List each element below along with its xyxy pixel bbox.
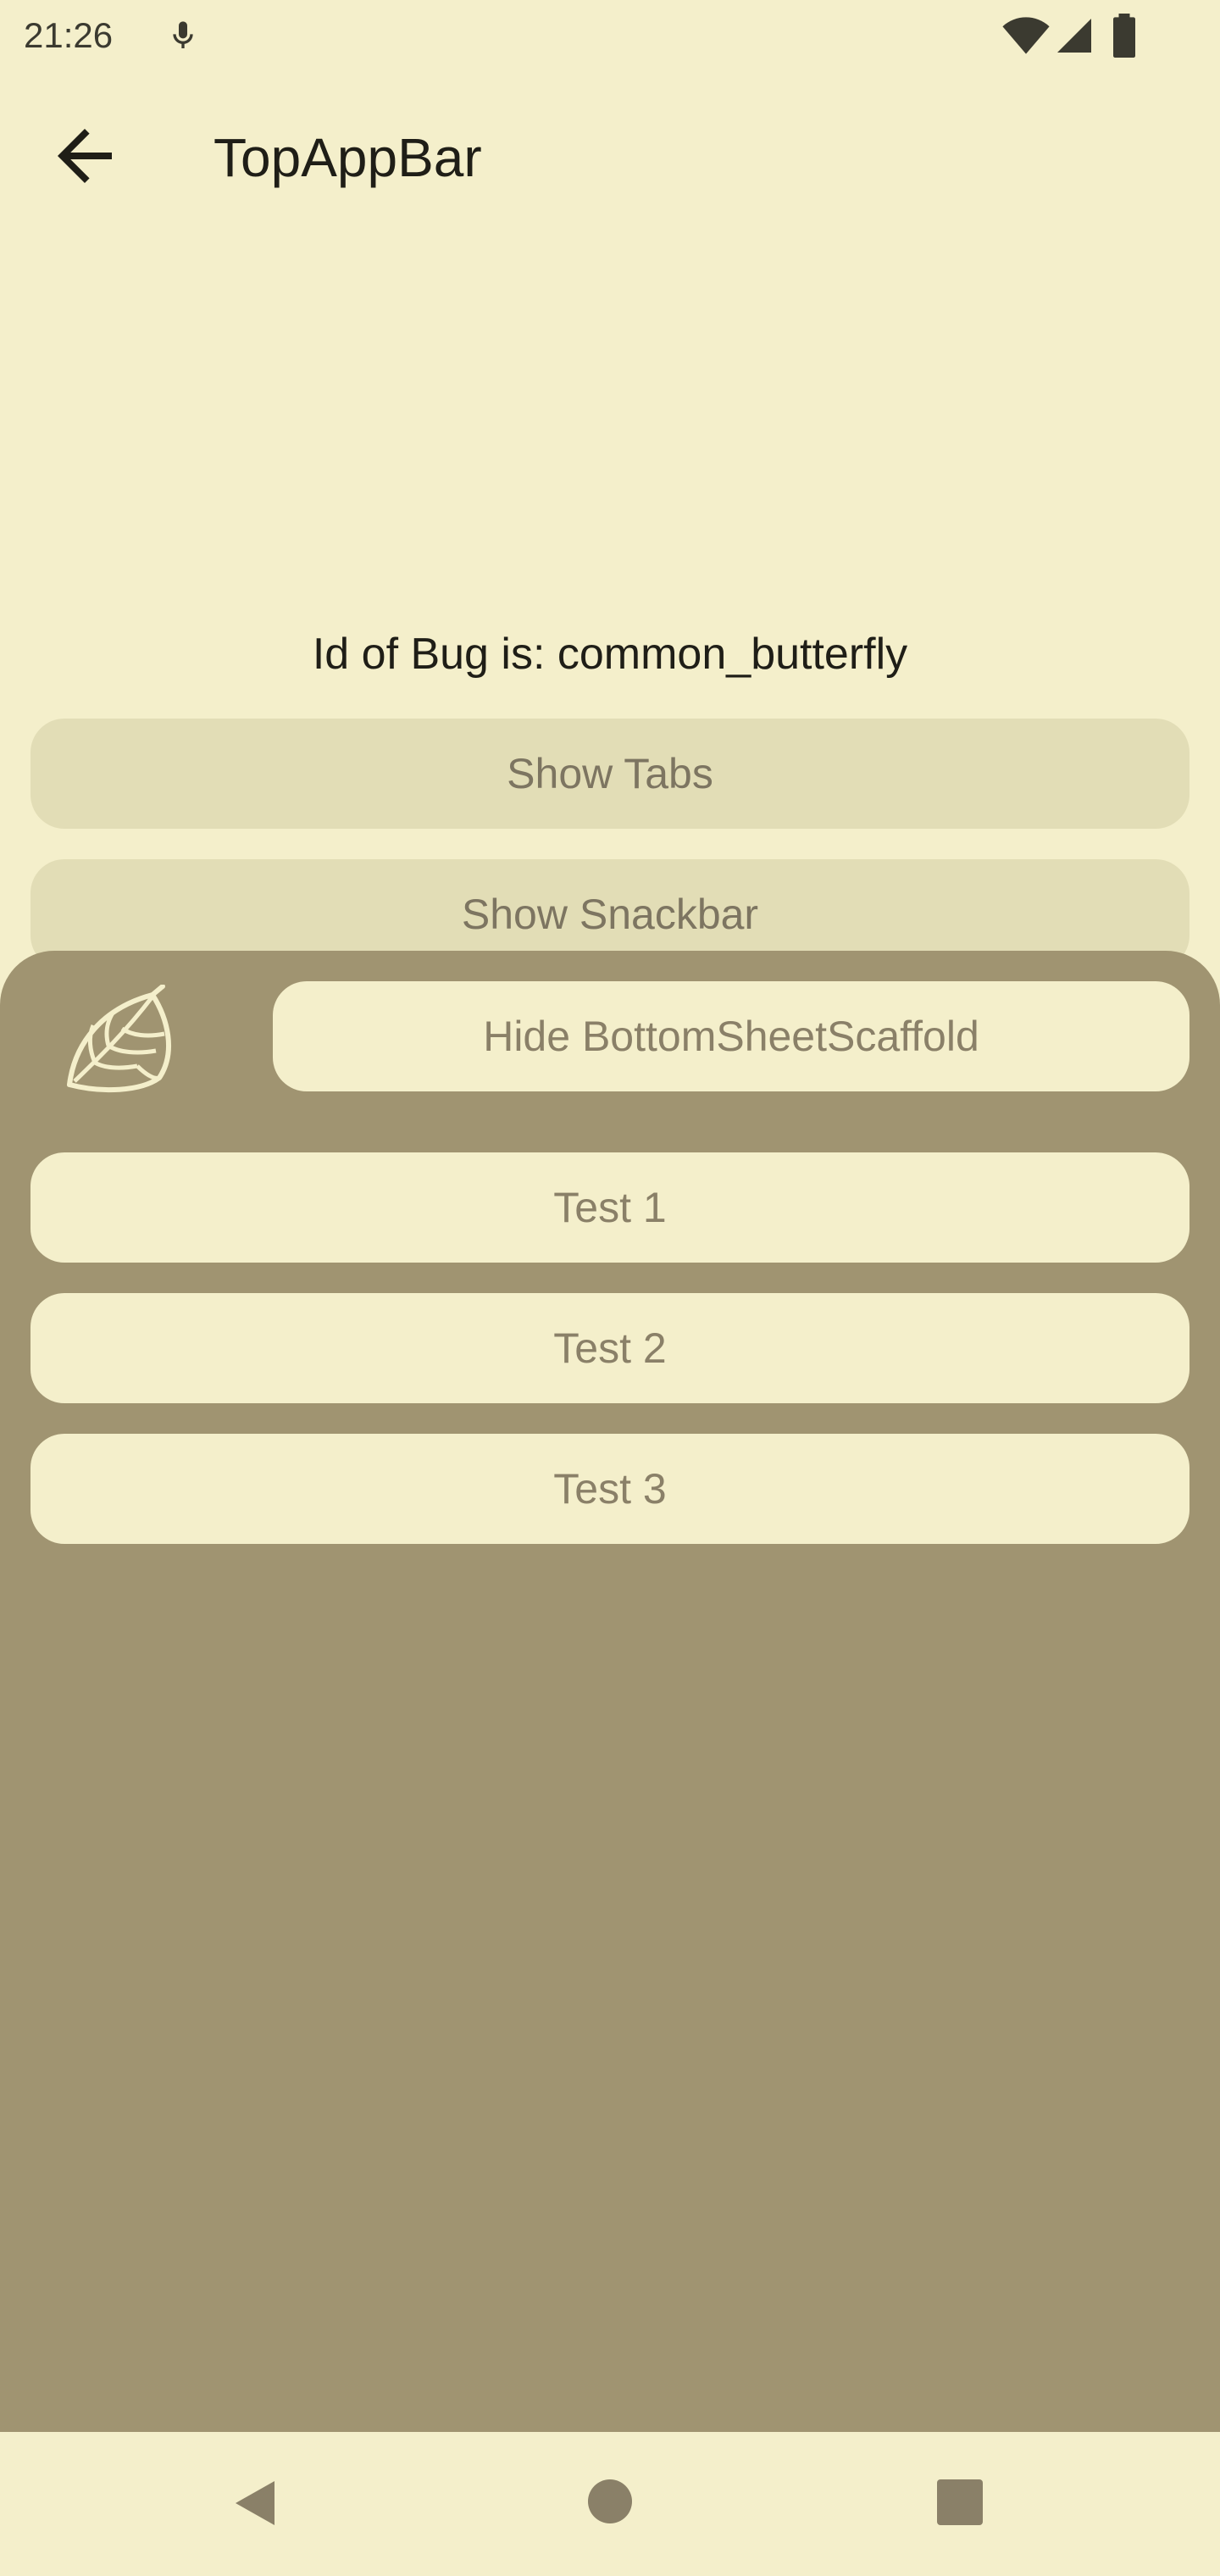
wifi-icon	[1001, 15, 1051, 56]
page-title: TopAppBar	[214, 127, 482, 188]
test-3-label: Test 3	[553, 1465, 667, 1513]
top-app-bar: TopAppBar	[0, 71, 1220, 241]
status-time: 21:26	[24, 15, 114, 55]
test-1-label: Test 1	[553, 1184, 667, 1231]
bottom-sheet: Hide BottomSheetScaffold Test 1 Test 2 T…	[0, 951, 1220, 2432]
test-1-button[interactable]: Test 1	[30, 1152, 1190, 1263]
test-3-button[interactable]: Test 3	[30, 1434, 1190, 1544]
signal-icon	[1054, 15, 1095, 56]
mic-icon	[166, 19, 200, 53]
show-snackbar-label: Show Snackbar	[461, 891, 759, 938]
back-button[interactable]	[44, 115, 125, 197]
hide-bottom-sheet-label: Hide BottomSheetScaffold	[483, 1013, 979, 1060]
bug-id-text: Id of Bug is: common_butterfly	[312, 630, 908, 679]
test-2-label: Test 2	[553, 1324, 667, 1372]
hide-bottom-sheet-button[interactable]: Hide BottomSheetScaffold	[273, 981, 1190, 1091]
navigation-bar	[0, 2432, 1220, 2576]
leaf-icon	[59, 984, 186, 1095]
show-tabs-button[interactable]: Show Tabs	[30, 719, 1190, 829]
nav-recents-icon[interactable]	[935, 2478, 984, 2527]
battery-icon	[1110, 14, 1139, 58]
screen: 21:26 TopAppBar Id of Bug is: common_but…	[0, 0, 1220, 2576]
show-tabs-label: Show Tabs	[507, 750, 713, 797]
arrow-back-icon	[58, 129, 112, 183]
nav-home-icon[interactable]	[585, 2476, 635, 2527]
nav-back-icon[interactable]	[229, 2476, 283, 2530]
status-bar: 21:26	[0, 0, 1220, 71]
test-2-button[interactable]: Test 2	[30, 1293, 1190, 1403]
